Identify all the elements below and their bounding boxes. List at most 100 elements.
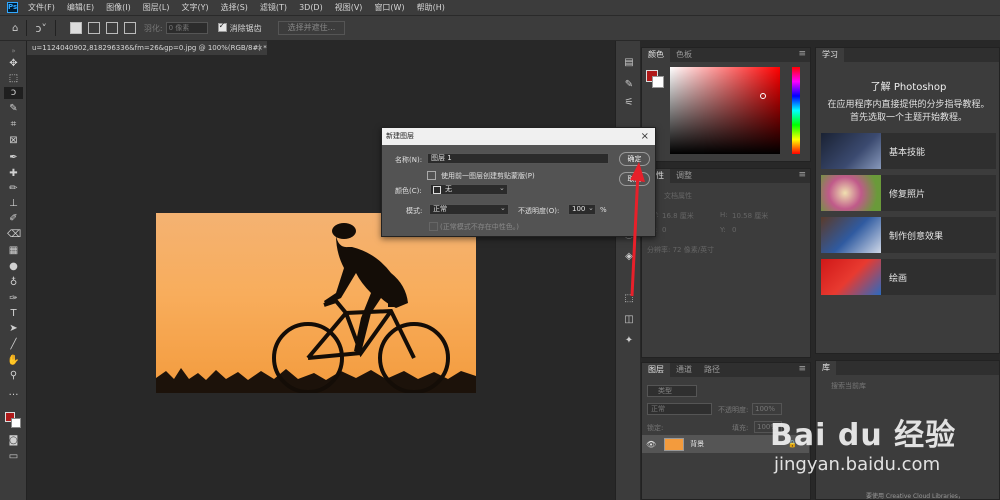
background-color-swatch[interactable] [11,418,21,428]
tab-adjustments[interactable]: 调整 [670,169,698,183]
menu-view[interactable]: 视图(V) [335,2,363,13]
libraries-footer-text: 要使用 Creative Cloud Libraries， [866,493,964,500]
blur-tool-icon[interactable]: ● [7,261,20,273]
gradient-tool-icon[interactable]: ▦ [7,245,20,257]
learn-thumb [821,217,881,253]
menu-image[interactable]: 图像(I) [106,2,131,13]
resolution-text: 分辨率: 72 像素/英寸 [647,246,715,254]
quick-mask-icon[interactable]: ◙ [7,435,20,447]
menu-type[interactable]: 文字(Y) [181,2,208,13]
menu-window[interactable]: 窗口(W) [374,2,404,13]
brush-panel-icon[interactable]: ✎ [623,79,635,91]
blend-mode-select[interactable]: 正常 [647,403,712,415]
more-tools-icon[interactable]: … [7,387,20,399]
x-value[interactable]: 0 [662,226,666,234]
mode-select[interactable]: 正常 [429,204,509,215]
color-select[interactable]: 无 [430,184,508,195]
library-search-input[interactable]: 搜索当前库 [821,381,991,393]
paths-panel-icon[interactable]: ✦ [623,335,635,347]
lasso-preset-icon[interactable]: ↄ˅ [35,22,47,35]
close-icon[interactable]: × [641,128,649,145]
layer-name-input[interactable]: 图层 1 [427,153,609,164]
menu-help[interactable]: 帮助(H) [417,2,445,13]
y-label: Y: [720,226,726,234]
tab-paths[interactable]: 路径 [698,363,726,377]
tab-learn[interactable]: 学习 [816,48,844,62]
stamp-tool-icon[interactable]: ⊥ [7,198,20,210]
history-panel-icon[interactable]: ▤ [623,57,635,69]
eraser-tool-icon[interactable]: ⌫ [7,229,21,241]
learn-card-label: 制作创意效果 [889,231,944,242]
quick-select-tool-icon[interactable]: ✎ [7,103,20,115]
hue-slider[interactable] [792,67,800,154]
menu-layer[interactable]: 图层(L) [143,2,170,13]
menu-3d[interactable]: 3D(D) [299,3,323,12]
layer-filter-select[interactable]: 类型 [647,385,697,397]
antialias-label: 消除锯齿 [229,23,262,33]
eyedropper-tool-icon[interactable]: ✒ [7,152,20,164]
home-icon[interactable]: ⌂ [12,23,18,34]
saturation-value-picker[interactable] [670,67,780,154]
path-select-tool-icon[interactable]: ➤ [7,323,20,335]
intersect-selection-icon[interactable] [123,22,136,34]
layer-opacity-label: 不透明度: [718,406,749,414]
healing-tool-icon[interactable]: ✚ [7,168,20,180]
menu-bar: Ps 文件(F) 编辑(E) 图像(I) 图层(L) 文字(Y) 选择(S) 滤… [0,0,1000,15]
history-brush-tool-icon[interactable]: ✐ [7,213,20,225]
baidu-url: jingyan.baidu.com [774,454,941,475]
layers-panel-icon[interactable]: ◫ [623,314,635,326]
pen-tool-icon[interactable]: ✑ [7,293,20,305]
panel-menu-icon[interactable]: ≡ [798,170,806,180]
width-value[interactable]: 16.8 厘米 [662,211,694,221]
tab-libraries[interactable]: 库 [816,361,836,375]
tab-color[interactable]: 颜色 [642,48,670,62]
tab-swatches[interactable]: 色板 [670,48,698,62]
crop-tool-icon[interactable]: ⌗ [7,119,20,131]
background-color-picker[interactable] [652,76,664,88]
options-bar: ⌂ ↄ˅ 羽化: 0 像素 消除锯齿 选择并遮住... [0,15,1000,40]
antialias-checkbox[interactable] [217,21,227,34]
clip-mask-label: 使用前一图层创建剪贴蒙版(P) [441,172,535,180]
opacity-label: 不透明度(O): [518,207,560,215]
dodge-tool-icon[interactable]: ♁ [7,277,20,289]
y-value[interactable]: 0 [732,226,736,234]
height-value[interactable]: 10.58 厘米 [732,211,768,221]
learn-card-fix-photos[interactable]: 修复照片 [821,175,996,211]
hand-tool-icon[interactable]: ✋ [7,355,20,367]
close-document-icon[interactable]: × [257,41,263,55]
line-tool-icon[interactable]: ╱ [7,339,20,351]
learn-card-label: 基本技能 [889,147,926,158]
adjust-panel-icon[interactable]: ⚟ [623,97,635,109]
add-selection-icon[interactable] [87,22,100,34]
clip-mask-checkbox[interactable] [427,171,436,182]
panel-menu-icon[interactable]: ≡ [798,364,806,374]
document-tab[interactable]: u=1124040902,818296336&fm=26&gp=0.jpg @ … [27,41,267,55]
menu-edit[interactable]: 编辑(E) [67,2,94,13]
subtract-selection-icon[interactable] [105,22,118,34]
learn-subtitle-1: 在应用程序内直接提供的分步指导教程。 [827,100,990,110]
menu-select[interactable]: 选择(S) [221,2,248,13]
lasso-tool-icon[interactable]: ↄ [4,87,23,99]
zoom-tool-icon[interactable]: ⚲ [7,370,20,382]
brush-tool-icon[interactable]: ✏ [7,183,20,195]
learn-card-basic-skills[interactable]: 基本技能 [821,133,996,169]
new-selection-icon[interactable] [69,22,82,34]
marquee-tool-icon[interactable]: ⬚ [7,73,20,85]
tab-layers[interactable]: 图层 [642,363,670,377]
menu-filter[interactable]: 滤镜(T) [260,2,287,13]
panel-menu-icon[interactable]: ≡ [798,49,806,59]
frame-tool-icon[interactable]: ⊠ [7,135,20,147]
visibility-eye-icon[interactable]: 👁 [646,440,656,449]
learn-card-painting[interactable]: 绘画 [821,259,996,295]
properties-panel: 属性 调整 ≡ 文档属性 W: 16.8 厘米 H: 10.58 厘米 X: 0… [641,168,811,358]
collapse-icon[interactable]: » [7,45,20,57]
move-tool-icon[interactable]: ✥ [7,58,20,70]
select-and-mask-button[interactable]: 选择并遮住... [277,21,346,35]
learn-card-creative-effects[interactable]: 制作创意效果 [821,217,996,253]
menu-file[interactable]: 文件(F) [28,2,55,13]
screen-mode-icon[interactable]: ▭ [7,451,20,463]
height-label: H: [720,211,728,219]
feather-input[interactable]: 0 像素 [165,22,208,34]
tab-channels[interactable]: 通道 [670,363,698,377]
type-tool-icon[interactable]: T [7,308,20,320]
